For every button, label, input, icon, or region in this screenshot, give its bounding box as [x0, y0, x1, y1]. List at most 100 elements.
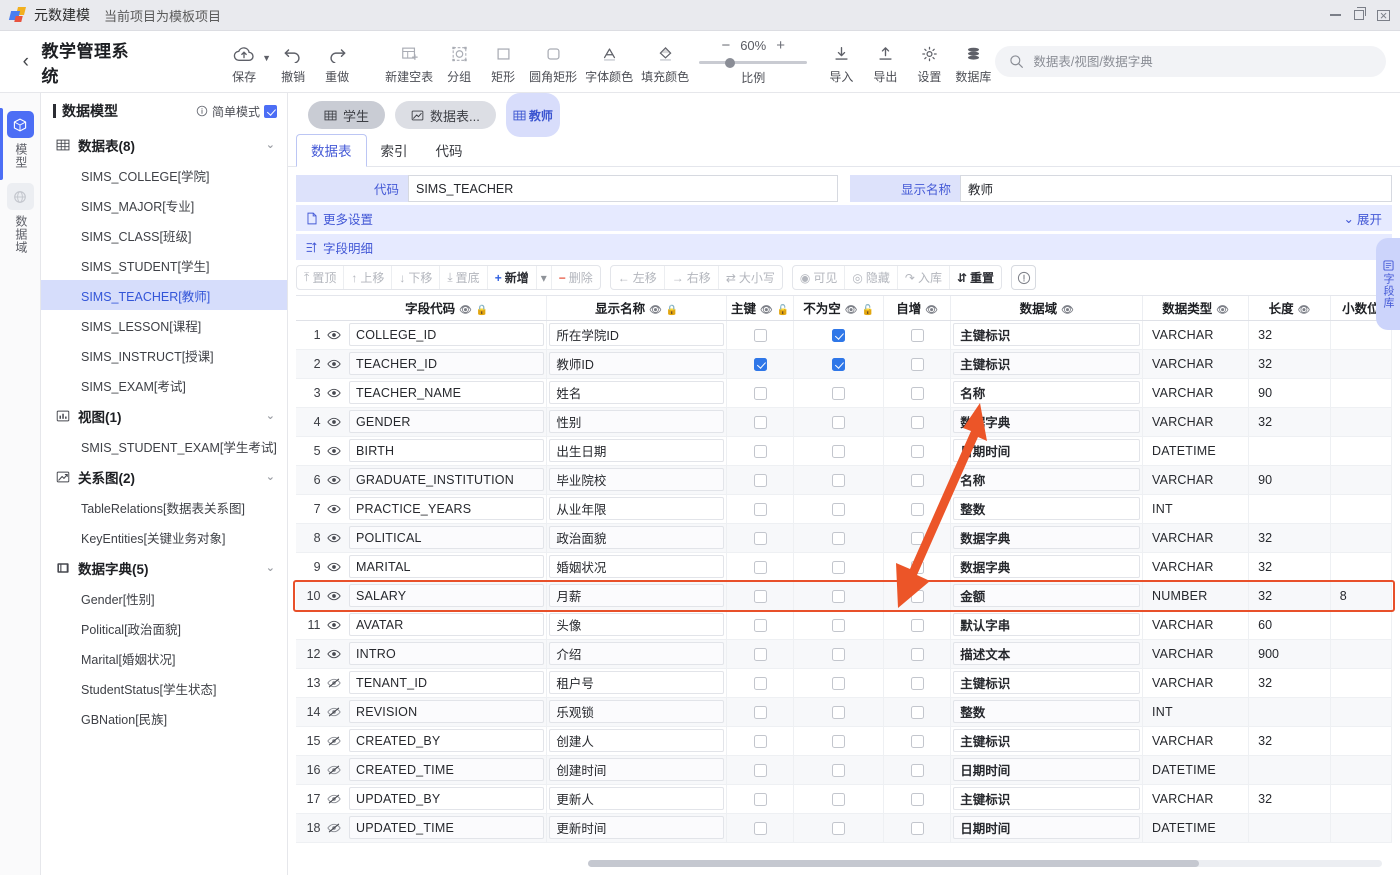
decimals-value[interactable] — [1333, 816, 1389, 839]
eye-off-icon[interactable]: 👁 — [925, 305, 938, 316]
not-null-cell[interactable] — [794, 755, 884, 784]
display-name-value[interactable]: 租户号 — [549, 671, 724, 694]
data-type-value[interactable]: INT — [1145, 700, 1246, 723]
field-code-value[interactable]: COLLEGE_ID — [349, 323, 544, 346]
unlock-icon[interactable]: 🔓 — [777, 305, 789, 316]
table-row[interactable]: 5BIRTH出生日期日期时间DATETIME — [296, 436, 1392, 465]
doc-tab-table-relations[interactable]: 数据表... — [395, 101, 496, 129]
length-cell[interactable]: 32 — [1249, 726, 1331, 755]
data-domain-value[interactable]: 名称 — [953, 468, 1140, 491]
field-code-value[interactable]: TENANT_ID — [349, 671, 544, 694]
sidebar-item-sims-exam[interactable]: SIMS_EXAM[考试] — [41, 370, 287, 400]
auto-increment-cell[interactable] — [883, 349, 950, 378]
col-header-primary-key[interactable]: 主键👁🔓 — [726, 296, 793, 320]
auto-increment-cell[interactable] — [883, 668, 950, 697]
auto-increment-checkbox[interactable] — [911, 677, 924, 690]
length-cell[interactable]: 32 — [1249, 784, 1331, 813]
move-right-button[interactable]: →右移 — [664, 266, 718, 289]
data-domain-cell[interactable]: 整数 — [951, 494, 1143, 523]
display-name-value[interactable]: 介绍 — [549, 642, 724, 665]
auto-increment-checkbox[interactable] — [911, 532, 924, 545]
table-row[interactable]: 13TENANT_ID租户号主键标识VARCHAR32 — [296, 668, 1392, 697]
decimals-cell[interactable] — [1330, 407, 1391, 436]
auto-increment-checkbox[interactable] — [911, 793, 924, 806]
auto-increment-cell[interactable] — [883, 407, 950, 436]
auto-increment-cell[interactable] — [883, 552, 950, 581]
not-null-cell[interactable] — [794, 523, 884, 552]
auto-increment-cell[interactable] — [883, 523, 950, 552]
sidebar-item-sims-teacher[interactable]: SIMS_TEACHER[教师] — [41, 280, 287, 310]
decimals-cell[interactable] — [1330, 523, 1391, 552]
unlock-icon[interactable]: 🔓 — [861, 305, 873, 316]
search-input[interactable] — [1033, 55, 1372, 69]
eye-icon[interactable] — [323, 552, 347, 581]
primary-key-cell[interactable] — [726, 465, 793, 494]
decimals-cell[interactable]: 8 — [1330, 581, 1391, 610]
eye-off-icon[interactable]: 👁 — [1298, 305, 1311, 316]
data-domain-value[interactable]: 整数 — [953, 497, 1140, 520]
auto-increment-checkbox[interactable] — [911, 503, 924, 516]
rectangle-button[interactable]: 矩形 — [481, 39, 525, 85]
data-domain-cell[interactable]: 整数 — [951, 697, 1143, 726]
display-name-cell[interactable]: 月薪 — [547, 581, 727, 610]
eye-icon[interactable] — [323, 436, 347, 465]
eye-icon[interactable]: 👁 — [649, 305, 662, 316]
length-cell[interactable]: 90 — [1249, 378, 1331, 407]
move-down-button[interactable]: ↓下移 — [391, 266, 439, 289]
data-domain-cell[interactable]: 默认字串 — [951, 610, 1143, 639]
table-row[interactable]: 11AVATAR头像默认字串VARCHAR60 — [296, 610, 1392, 639]
data-domain-cell[interactable]: 日期时间 — [951, 755, 1143, 784]
import-button[interactable]: 导入 — [819, 39, 863, 85]
zoom-slider-knob[interactable] — [725, 58, 735, 68]
primary-key-cell[interactable] — [726, 523, 793, 552]
length-value[interactable]: 32 — [1251, 555, 1328, 578]
data-domain-value[interactable]: 整数 — [953, 700, 1140, 723]
decimals-cell[interactable] — [1330, 668, 1391, 697]
data-type-cell[interactable]: DATETIME — [1143, 813, 1249, 842]
length-value[interactable] — [1251, 816, 1328, 839]
settings-button[interactable]: 设置 — [907, 39, 951, 85]
field-code-cell[interactable]: REVISION — [347, 697, 547, 726]
delete-field-button[interactable]: −删除 — [551, 266, 600, 289]
chevron-down-icon[interactable]: ⌄ — [266, 470, 275, 483]
display-name-value[interactable]: 创建人 — [549, 729, 724, 752]
display-name-cell[interactable]: 介绍 — [547, 639, 727, 668]
auto-increment-cell[interactable] — [883, 813, 950, 842]
auto-increment-cell[interactable] — [883, 726, 950, 755]
primary-key-cell[interactable] — [726, 610, 793, 639]
data-domain-value[interactable]: 日期时间 — [953, 758, 1140, 781]
table-row[interactable]: 8POLITICAL政治面貌数据字典VARCHAR32 — [296, 523, 1392, 552]
data-type-value[interactable]: VARCHAR — [1145, 613, 1246, 636]
display-name-value[interactable]: 月薪 — [549, 584, 724, 607]
move-left-button[interactable]: ←左移 — [611, 266, 664, 289]
length-cell[interactable] — [1249, 436, 1331, 465]
primary-key-checkbox[interactable] — [754, 329, 767, 342]
not-null-cell[interactable] — [794, 552, 884, 581]
not-null-checkbox[interactable] — [832, 329, 845, 342]
table-row[interactable]: 9MARITAL婚姻状况数据字典VARCHAR32 — [296, 552, 1392, 581]
field-library-tab[interactable]: 字段库 — [1376, 238, 1400, 330]
data-type-cell[interactable]: DATETIME — [1143, 436, 1249, 465]
auto-increment-checkbox[interactable] — [911, 474, 924, 487]
not-null-cell[interactable] — [794, 320, 884, 349]
code-input[interactable]: SIMS_TEACHER — [408, 175, 838, 202]
data-domain-cell[interactable]: 主键标识 — [951, 668, 1143, 697]
field-code-value[interactable]: AVATAR — [349, 613, 544, 636]
primary-key-cell[interactable] — [726, 407, 793, 436]
decimals-cell[interactable] — [1330, 349, 1391, 378]
field-code-cell[interactable]: CREATED_TIME — [347, 755, 547, 784]
field-code-value[interactable]: UPDATED_TIME — [349, 816, 544, 839]
auto-increment-checkbox[interactable] — [911, 416, 924, 429]
table-row[interactable]: 17UPDATED_BY更新人主键标识VARCHAR32 — [296, 784, 1392, 813]
not-null-cell[interactable] — [794, 465, 884, 494]
redo-button[interactable]: 重做 — [315, 39, 359, 85]
data-domain-value[interactable]: 主键标识 — [953, 671, 1140, 694]
primary-key-checkbox[interactable] — [754, 648, 767, 661]
table-row[interactable]: 10SALARY月薪金额NUMBER328 — [296, 581, 1392, 610]
eye-off-icon[interactable] — [323, 784, 347, 813]
length-cell[interactable]: 32 — [1249, 581, 1331, 610]
data-domain-cell[interactable]: 名称 — [951, 465, 1143, 494]
chevron-down-icon[interactable]: ⌄ — [266, 138, 275, 151]
display-name-value[interactable]: 婚姻状况 — [549, 555, 724, 578]
display-name-value[interactable]: 创建时间 — [549, 758, 724, 781]
